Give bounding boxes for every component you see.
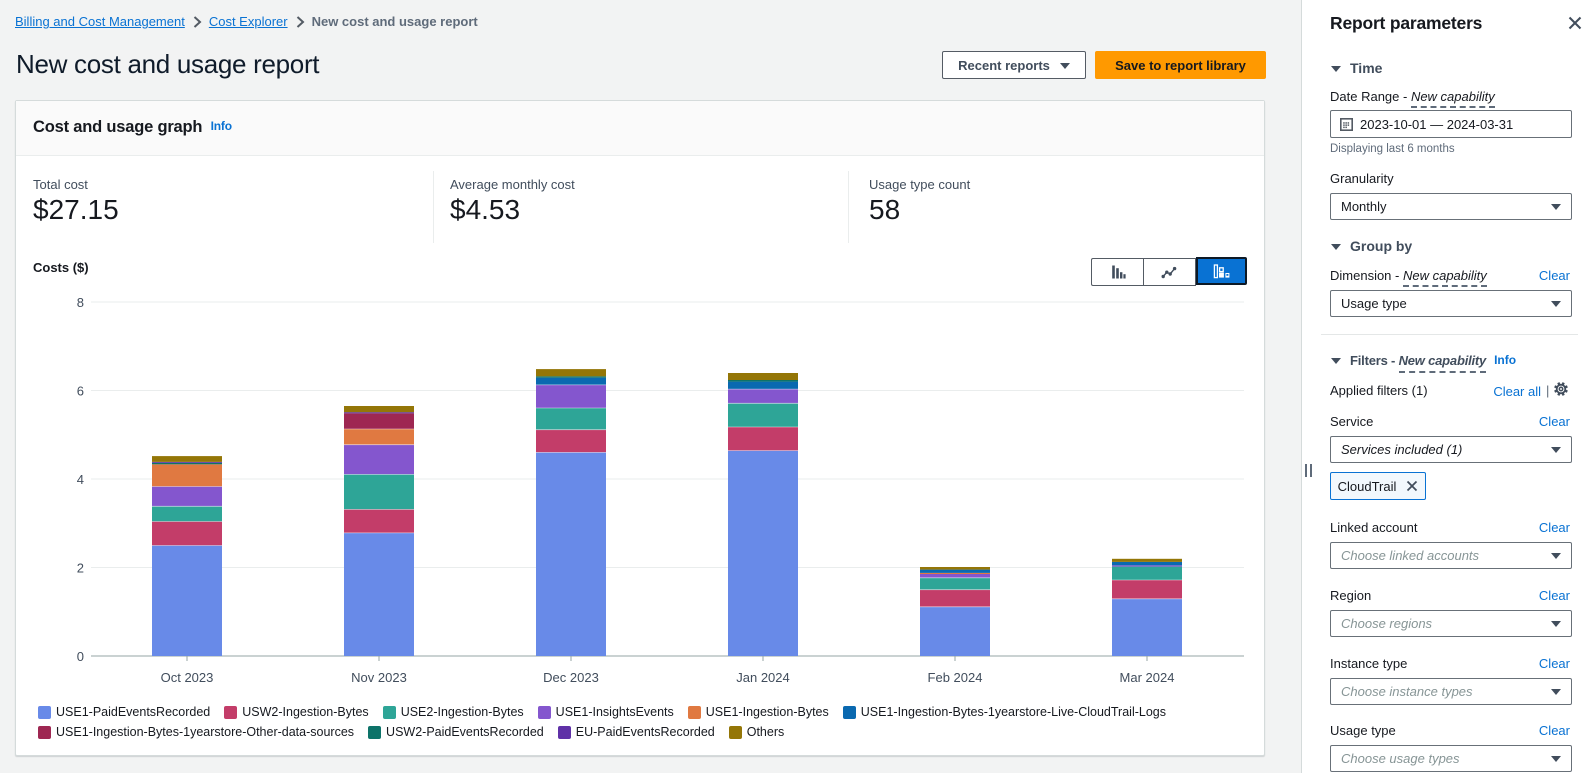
svg-text:2: 2 bbox=[77, 561, 84, 576]
svg-text:8: 8 bbox=[77, 295, 84, 310]
svg-text:Feb 2024: Feb 2024 bbox=[928, 670, 983, 685]
svg-text:0: 0 bbox=[77, 649, 84, 664]
svg-text:Jan 2024: Jan 2024 bbox=[736, 670, 790, 685]
svg-text:Dec 2023: Dec 2023 bbox=[543, 670, 599, 685]
svg-text:Oct 2023: Oct 2023 bbox=[161, 670, 214, 685]
svg-text:Nov 2023: Nov 2023 bbox=[351, 670, 407, 685]
svg-text:Mar 2024: Mar 2024 bbox=[1120, 670, 1175, 685]
svg-text:4: 4 bbox=[77, 472, 84, 487]
svg-text:6: 6 bbox=[77, 384, 84, 399]
